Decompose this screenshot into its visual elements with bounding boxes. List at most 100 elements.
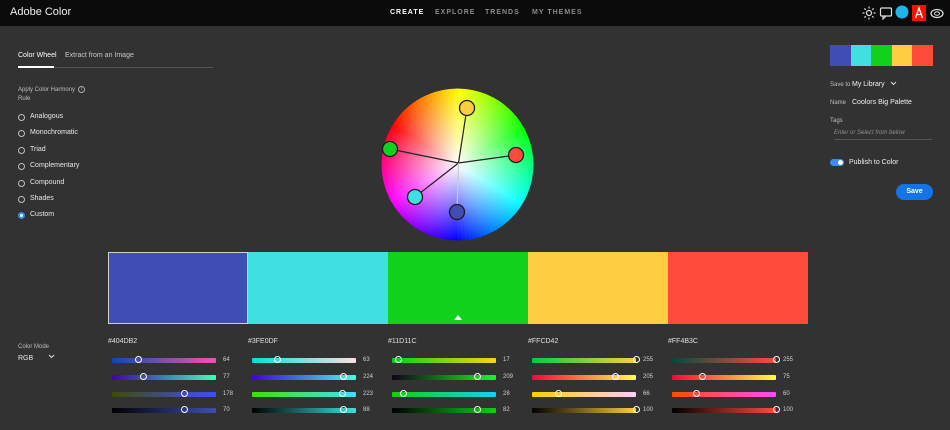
channel-value[interactable]: 205 — [643, 374, 663, 380]
color-swatch[interactable] — [668, 252, 808, 324]
channel-value[interactable]: 224 — [363, 374, 383, 380]
channel-slider-r[interactable] — [392, 356, 496, 363]
channel-value[interactable]: 82 — [503, 407, 523, 413]
slider-handle[interactable] — [632, 406, 640, 413]
chat-icon[interactable] — [879, 6, 893, 20]
channel-slider-g[interactable] — [112, 373, 216, 380]
nav-trends[interactable]: TRENDS — [485, 9, 520, 16]
creative-cloud-icon[interactable] — [930, 6, 944, 20]
hex-value[interactable]: #FFCD42 — [528, 338, 558, 345]
slider-handle[interactable] — [399, 390, 407, 397]
channel-value[interactable]: 77 — [223, 374, 243, 380]
slider-handle[interactable] — [339, 390, 347, 397]
slider-handle[interactable] — [340, 406, 348, 413]
wheel-color-handle[interactable] — [406, 188, 424, 206]
slider-handle[interactable] — [181, 390, 189, 397]
tab-color-wheel[interactable]: Color Wheel — [18, 52, 57, 59]
hex-value[interactable]: #FF4B3C — [668, 338, 698, 345]
channel-slider-r[interactable] — [252, 356, 356, 363]
channel-value[interactable]: 255 — [643, 357, 663, 363]
channel-slider-a[interactable] — [672, 406, 780, 413]
radio-button[interactable] — [18, 114, 25, 121]
slider-handle[interactable] — [692, 390, 700, 397]
slider-handle[interactable] — [772, 406, 780, 413]
slider-handle[interactable] — [473, 373, 481, 380]
channel-value[interactable]: 255 — [783, 357, 803, 363]
channel-value[interactable]: 100 — [643, 407, 663, 413]
wheel-color-handle[interactable] — [507, 146, 525, 164]
slider-handle[interactable] — [395, 356, 403, 363]
slider-handle[interactable] — [181, 406, 189, 413]
slider-handle[interactable] — [274, 356, 282, 363]
nav-explore[interactable]: EXPLORE — [435, 9, 475, 16]
channel-value[interactable]: 60 — [783, 391, 803, 397]
channel-slider-b[interactable] — [392, 390, 496, 397]
channel-slider-r[interactable] — [672, 356, 780, 363]
slider-handle[interactable] — [772, 356, 780, 363]
name-input[interactable]: Coolors Big Palette — [852, 99, 932, 106]
channel-slider-b[interactable] — [672, 390, 776, 397]
radio-button[interactable] — [18, 130, 25, 138]
color-mode-select[interactable]: RGB — [18, 354, 58, 365]
avatar[interactable] — [895, 5, 909, 19]
channel-value[interactable]: 64 — [223, 357, 243, 363]
wheel-color-handle[interactable] — [381, 140, 399, 158]
channel-value[interactable]: 63 — [363, 357, 383, 363]
radio-button[interactable] — [18, 179, 25, 187]
channel-value[interactable]: 88 — [363, 407, 383, 413]
color-wheel-graphic[interactable] — [381, 88, 534, 241]
channel-slider-a[interactable] — [392, 406, 496, 413]
wheel-color-handle[interactable] — [458, 99, 476, 117]
brightness-icon[interactable] — [862, 6, 876, 20]
library-select[interactable]: My Library — [852, 81, 897, 88]
hex-value[interactable]: #11D11C — [388, 338, 417, 345]
slider-handle[interactable] — [339, 373, 347, 380]
channel-value[interactable]: 28 — [503, 391, 523, 397]
channel-value[interactable]: 223 — [363, 391, 383, 397]
radio-button[interactable] — [18, 212, 25, 220]
slider-handle[interactable] — [699, 373, 707, 380]
adobe-logo-icon[interactable] — [912, 5, 926, 21]
channel-slider-g[interactable] — [672, 373, 776, 380]
radio-button[interactable] — [18, 146, 25, 154]
channel-value[interactable]: 178 — [223, 391, 243, 397]
color-swatch[interactable] — [248, 252, 388, 324]
publish-toggle[interactable] — [830, 159, 844, 166]
nav-my-themes[interactable]: MY THEMES — [532, 9, 583, 16]
channel-value[interactable]: 100 — [783, 407, 803, 413]
slider-handle[interactable] — [139, 373, 147, 380]
channel-value[interactable]: 75 — [783, 374, 803, 380]
app-title[interactable]: Adobe Color — [10, 6, 71, 18]
slider-handle[interactable] — [473, 406, 481, 413]
slider-handle[interactable] — [134, 356, 142, 363]
channel-value[interactable]: 66 — [643, 391, 663, 397]
tab-extract-from-image[interactable]: Extract from an Image — [65, 52, 134, 59]
hex-value[interactable]: #3FE0DF — [248, 338, 278, 345]
channel-slider-b[interactable] — [112, 390, 216, 397]
save-button[interactable]: Save — [896, 184, 933, 200]
tags-input[interactable]: Enter or Select from below — [834, 130, 932, 140]
slider-handle[interactable] — [632, 356, 640, 363]
color-wheel[interactable] — [381, 88, 534, 241]
channel-value[interactable]: 70 — [223, 407, 243, 413]
channel-slider-a[interactable] — [252, 406, 356, 413]
info-icon[interactable]: i — [78, 86, 85, 93]
color-swatch[interactable] — [108, 252, 248, 324]
nav-create[interactable]: CREATE — [390, 9, 424, 16]
slider-handle[interactable] — [612, 373, 620, 380]
channel-slider-r[interactable] — [532, 356, 640, 363]
slider-handle[interactable] — [555, 390, 563, 397]
channel-slider-g[interactable] — [392, 373, 496, 380]
channel-value[interactable]: 17 — [503, 357, 523, 363]
hex-value[interactable]: #404DB2 — [108, 338, 137, 345]
radio-button[interactable] — [18, 163, 25, 171]
channel-value[interactable]: 209 — [503, 374, 523, 380]
channel-slider-a[interactable] — [112, 406, 216, 413]
channel-slider-g[interactable] — [532, 373, 636, 380]
channel-slider-r[interactable] — [112, 356, 216, 363]
color-swatch[interactable] — [528, 252, 668, 324]
channel-slider-a[interactable] — [532, 406, 640, 413]
color-swatch[interactable] — [388, 252, 528, 324]
radio-button[interactable] — [18, 196, 25, 203]
channel-slider-b[interactable] — [532, 390, 636, 397]
